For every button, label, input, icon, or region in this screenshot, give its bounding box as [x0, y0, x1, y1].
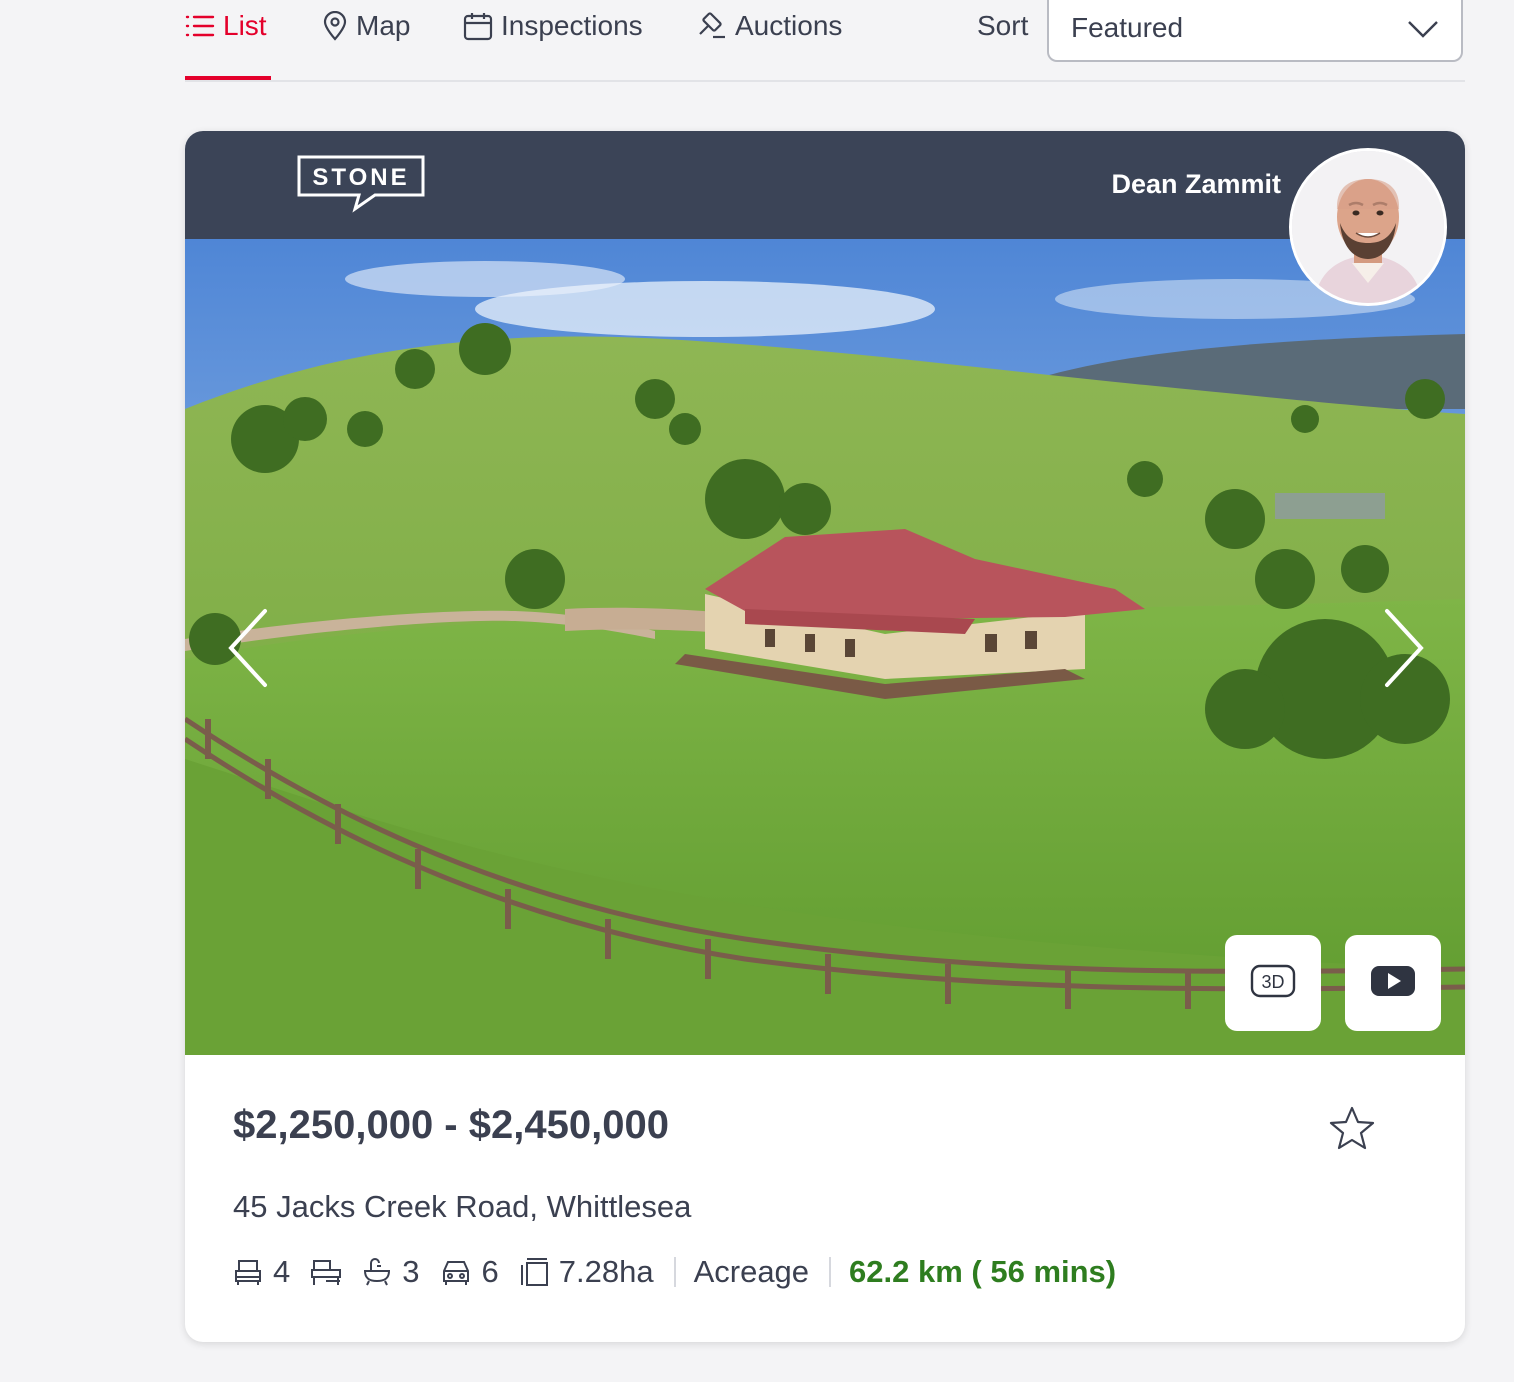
- tab-list[interactable]: List: [185, 8, 267, 44]
- feature-divider: [829, 1257, 832, 1287]
- nav-divider: [185, 80, 1465, 82]
- sort-selected-value: Featured: [1071, 12, 1184, 43]
- listing-price: $2,250,000 - $2,450,000: [233, 1103, 669, 1147]
- property-type: Acreage: [693, 1254, 810, 1289]
- youtube-play-icon: [1370, 964, 1416, 1003]
- study-feature: [310, 1257, 342, 1287]
- sort-select[interactable]: Featured: [1047, 0, 1463, 62]
- agency-banner: STONE Dean Zammit: [185, 131, 1465, 239]
- bathrooms-feature: 3: [362, 1254, 420, 1290]
- chevron-right-icon: [1377, 609, 1427, 697]
- agent-avatar[interactable]: [1289, 148, 1447, 306]
- tab-auctions-label: Auctions: [735, 10, 843, 41]
- tab-inspections-label: Inspections: [501, 10, 643, 41]
- listing-address[interactable]: 45 Jacks Creek Road, Whittlesea: [233, 1189, 691, 1225]
- save-listing-button[interactable]: [1329, 1105, 1375, 1151]
- previous-photo-button[interactable]: [225, 603, 275, 693]
- tab-map-label: Map: [356, 10, 411, 41]
- bed-icon: [233, 1257, 263, 1287]
- chevron-down-icon: [1407, 14, 1439, 46]
- 3d-tour-label: 3D: [1261, 972, 1284, 992]
- land-size-icon: [519, 1257, 549, 1287]
- bathrooms-count: 3: [402, 1254, 420, 1289]
- agency-logo-text: STONE: [312, 164, 409, 191]
- 3d-tour-icon: 3D: [1250, 964, 1296, 1003]
- car-icon: [440, 1257, 472, 1287]
- tab-list-label: List: [223, 10, 267, 41]
- list-icon: [185, 12, 215, 40]
- property-photo[interactable]: 3D: [185, 239, 1465, 1055]
- video-button[interactable]: [1345, 935, 1441, 1031]
- travel-distance: 62.2 km ( 56 mins): [849, 1254, 1117, 1289]
- parking-count: 6: [481, 1254, 499, 1289]
- chevron-left-icon: [225, 609, 275, 697]
- bath-icon: [362, 1257, 392, 1287]
- agency-logo: STONE: [297, 155, 425, 215]
- calendar-icon: [463, 11, 493, 41]
- listing-features: 4 3 6 7.28ha Acreage 62.2 km (56 mins): [233, 1252, 1116, 1292]
- bedrooms-feature: 4: [233, 1254, 290, 1290]
- land-size-feature: 7.28ha: [519, 1254, 654, 1290]
- bedrooms-count: 4: [273, 1254, 291, 1289]
- tab-inspections[interactable]: Inspections: [463, 8, 643, 44]
- parking-feature: 6: [440, 1254, 499, 1290]
- tab-auctions[interactable]: Auctions: [697, 8, 842, 44]
- 3d-tour-button[interactable]: 3D: [1225, 935, 1321, 1031]
- listing-card[interactable]: STONE Dean Zammit 3D $2,250,000 - $2,450…: [185, 131, 1465, 1342]
- feature-divider: [673, 1257, 676, 1287]
- star-icon: [1329, 1106, 1375, 1155]
- desk-icon: [310, 1257, 342, 1287]
- agent-name[interactable]: Dean Zammit: [1111, 169, 1281, 200]
- next-photo-button[interactable]: [1377, 603, 1427, 693]
- land-size-value: 7.28ha: [558, 1254, 654, 1289]
- tab-map[interactable]: Map: [322, 8, 410, 44]
- map-pin-icon: [322, 11, 348, 41]
- sort-label: Sort: [977, 10, 1029, 41]
- gavel-icon: [697, 11, 727, 41]
